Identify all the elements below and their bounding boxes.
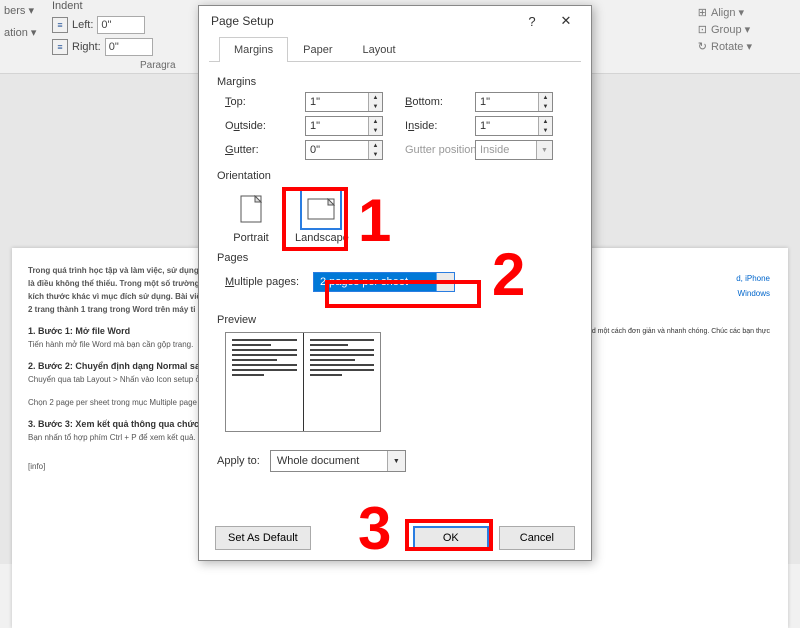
landscape-icon — [300, 188, 342, 230]
gutter-label: Gutter: — [225, 144, 287, 156]
group-button[interactable]: ⊡Group ▾ — [698, 23, 752, 36]
inside-input[interactable]: 1"▲▼ — [475, 116, 553, 136]
line-numbers-cut[interactable]: bers ▾ — [4, 4, 34, 17]
cancel-button[interactable]: Cancel — [499, 526, 575, 550]
dialog-tabs: Margins Paper Layout — [209, 36, 581, 62]
portrait-icon — [230, 188, 272, 230]
ok-button[interactable]: OK — [413, 526, 489, 550]
gutterpos-select: Inside▼ — [475, 140, 553, 160]
pages-label: Pages — [217, 252, 573, 264]
preview-label: Preview — [217, 314, 573, 326]
indent-right-label: Right: — [72, 41, 101, 53]
doc-links: d, iPhone Windows ong Word một cách đơn … — [566, 274, 771, 341]
paragraph-section-label: Paragra — [140, 60, 176, 71]
top-label: Top: — [225, 96, 287, 108]
indent-left-icon: ≡ — [52, 17, 68, 33]
hyphenation-cut[interactable]: ation ▾ — [4, 26, 36, 39]
align-button[interactable]: ⊞Align ▾ — [698, 6, 752, 19]
page-setup-dialog: Page Setup ? ✕ Margins Paper Layout Marg… — [198, 5, 592, 561]
top-input[interactable]: 1"▲▼ — [305, 92, 383, 112]
outside-input[interactable]: 1"▲▼ — [305, 116, 383, 136]
orientation-label: Orientation — [217, 170, 573, 182]
inside-label: Inside: — [405, 120, 457, 132]
dialog-titlebar: Page Setup ? ✕ — [199, 6, 591, 36]
bottom-input[interactable]: 1"▲▼ — [475, 92, 553, 112]
indent-left-input[interactable]: 0" — [97, 16, 145, 34]
indent-label: Indent — [52, 0, 153, 12]
indent-left-label: Left: — [72, 19, 93, 31]
preview-box — [225, 332, 381, 432]
gutter-input[interactable]: 0"▲▼ — [305, 140, 383, 160]
portrait-label: Portrait — [233, 232, 268, 244]
tab-layout[interactable]: Layout — [347, 37, 410, 62]
outside-label: Outside: — [225, 120, 287, 132]
multipages-label: Multiple pages: — [225, 276, 299, 288]
gutterpos-label: Gutter position: — [405, 144, 457, 156]
multipages-select[interactable]: 2 pages per sheet▼ — [313, 272, 455, 292]
dialog-title: Page Setup — [211, 14, 515, 28]
margins-group-label: Margins — [217, 76, 573, 88]
rotate-button[interactable]: ↻Rotate ▾ — [698, 40, 752, 53]
tab-margins[interactable]: Margins — [219, 37, 288, 62]
landscape-option[interactable]: Landscape — [295, 188, 347, 244]
bottom-label: Bottom: — [405, 96, 457, 108]
applyto-select[interactable]: Whole document▼ — [270, 450, 406, 472]
help-button[interactable]: ? — [515, 9, 549, 33]
close-button[interactable]: ✕ — [549, 9, 583, 33]
applyto-label: Apply to: — [217, 455, 260, 467]
landscape-label: Landscape — [295, 232, 349, 244]
indent-right-icon: ≡ — [52, 39, 68, 55]
tab-paper[interactable]: Paper — [288, 37, 347, 62]
indent-right-input[interactable]: 0" — [105, 38, 153, 56]
portrait-option[interactable]: Portrait — [225, 188, 277, 244]
set-default-button[interactable]: Set As Default — [215, 526, 311, 550]
